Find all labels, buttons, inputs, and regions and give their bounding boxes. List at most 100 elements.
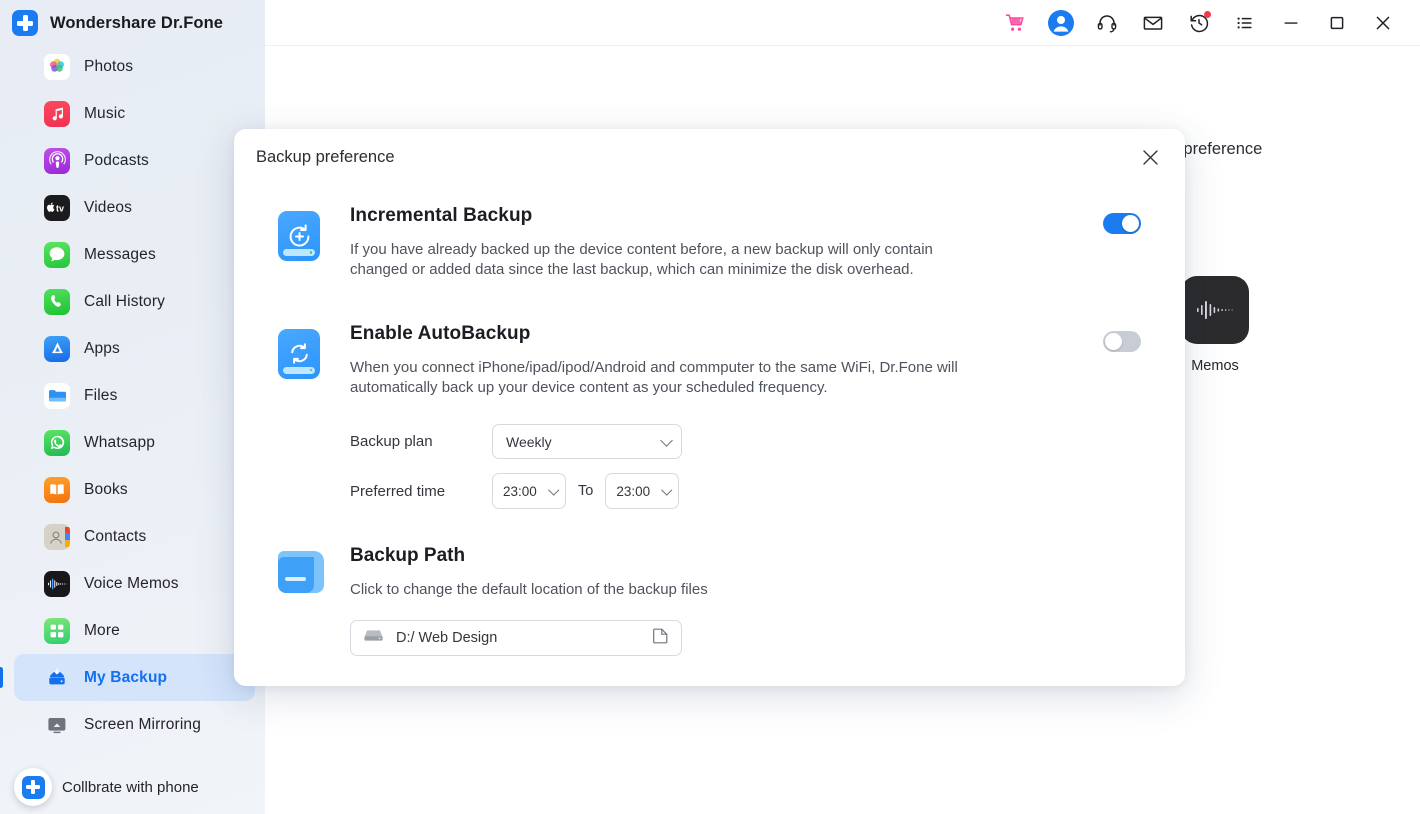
folder-browse-icon[interactable]: [653, 627, 669, 649]
sidebar-item-books[interactable]: Books: [0, 466, 265, 513]
incremental-backup-section: Incremental Backup If you have already b…: [278, 205, 1141, 281]
dialog-title: Backup preference: [256, 147, 395, 166]
app-store-icon: [44, 335, 70, 362]
backup-plan-row: Backup plan Weekly: [350, 424, 1141, 459]
sidebar-item-label: Whatsapp: [84, 433, 155, 451]
app-window: Wondershare Dr.Fone Photos Music Podcast…: [0, 0, 1420, 814]
section-description: If you have already backed up the device…: [350, 241, 933, 279]
sidebar-item-apps[interactable]: Apps: [0, 325, 265, 372]
sidebar-item-label: Podcasts: [84, 151, 149, 169]
sidebar-item-voice-memos[interactable]: Voice Memos: [0, 560, 265, 607]
folder-icon: [278, 545, 324, 656]
incremental-backup-toggle[interactable]: [1103, 213, 1141, 234]
backup-plan-value: Weekly: [506, 433, 552, 450]
notification-badge: [1204, 10, 1211, 18]
books-icon: [44, 476, 70, 503]
backup-path-input[interactable]: D:/ Web Design: [350, 620, 682, 656]
chevron-down-icon: [660, 433, 673, 447]
close-icon[interactable]: [1135, 142, 1165, 172]
svg-text:tv: tv: [56, 203, 64, 213]
sidebar-item-photos[interactable]: Photos: [0, 43, 265, 90]
sidebar-item-label: Voice Memos: [84, 574, 179, 592]
backup-plan-label: Backup plan: [350, 433, 433, 450]
preferred-time-to-label: To: [578, 483, 594, 499]
brand-title: Wondershare Dr.Fone: [50, 13, 224, 32]
sidebar-item-whatsapp[interactable]: Whatsapp: [0, 419, 265, 466]
sidebar-item-contacts[interactable]: Contacts: [0, 513, 265, 560]
sidebar: Wondershare Dr.Fone Photos Music Podcast…: [0, 0, 265, 814]
backup-plan-select[interactable]: Weekly: [492, 424, 682, 459]
sidebar-item-files[interactable]: Files: [0, 372, 265, 419]
wondershare-plus-icon: [12, 10, 38, 36]
voice-memos-icon: [1181, 276, 1249, 344]
sidebar-item-label: Books: [84, 480, 128, 498]
headset-icon[interactable]: [1084, 0, 1130, 46]
preferred-time-row: Preferred time 23:00 To 23:00: [350, 473, 1141, 509]
sidebar-item-label: Contacts: [84, 527, 147, 545]
sidebar-item-screen-mirroring[interactable]: Screen Mirroring: [0, 701, 265, 748]
preferred-time-label: Preferred time: [350, 482, 446, 500]
title-bar: [265, 0, 1420, 46]
more-grid-icon: [44, 617, 70, 644]
section-title: Incremental Backup: [350, 205, 533, 226]
hard-drive-icon: [363, 627, 384, 649]
preferred-time-to-select[interactable]: 23:00: [605, 473, 680, 509]
photos-icon: [44, 53, 70, 80]
section-title: Backup Path: [350, 545, 466, 566]
sidebar-item-label: Call History: [84, 292, 166, 310]
messages-icon: [44, 241, 70, 268]
backup-drive-icon: [44, 665, 70, 691]
sidebar-item-messages[interactable]: Messages: [0, 231, 265, 278]
whatsapp-icon: [44, 429, 70, 456]
sidebar-item-label: Photos: [84, 57, 134, 75]
sidebar-item-label: My Backup: [84, 668, 168, 686]
sidebar-item-more[interactable]: More: [0, 607, 265, 654]
sidebar-item-podcasts[interactable]: Podcasts: [0, 137, 265, 184]
backup-path-value: D:/ Web Design: [396, 630, 498, 646]
sidebar-item-label: Music: [84, 104, 126, 122]
brand: Wondershare Dr.Fone: [0, 0, 265, 46]
screen-mirroring-icon: [44, 712, 70, 738]
menu-list-icon[interactable]: [1222, 0, 1268, 46]
backup-path-section: Backup Path Click to change the default …: [278, 545, 1141, 656]
voice-memos-icon: [44, 570, 70, 597]
preferred-time-from-value: 23:00: [503, 483, 537, 499]
sidebar-item-call-history[interactable]: Call History: [0, 278, 265, 325]
backup-preference-dialog: Backup preference Incremental Backup If …: [234, 129, 1185, 686]
sidebar-nav: Photos Music Podcasts tv Videos Messages…: [0, 46, 265, 748]
section-description: When you connect iPhone/ipad/ipod/Androi…: [350, 358, 958, 396]
files-folder-icon: [44, 382, 70, 409]
account-icon[interactable]: [1038, 0, 1084, 46]
podcasts-icon: [44, 147, 70, 174]
preferred-time-to-value: 23:00: [616, 483, 651, 499]
sidebar-item-videos[interactable]: tv Videos: [0, 184, 265, 231]
sidebar-item-my-backup[interactable]: My Backup: [0, 654, 255, 701]
autobackup-toggle[interactable]: [1103, 330, 1141, 352]
maximize-icon[interactable]: [1314, 0, 1360, 46]
autobackup-section: Enable AutoBackup When you connect iPhon…: [278, 323, 1141, 524]
close-icon[interactable]: [1360, 0, 1406, 46]
cart-icon[interactable]: [992, 0, 1038, 46]
sidebar-item-label: Apps: [84, 339, 120, 357]
autobackup-fields: Backup plan Weekly Preferred time 23:00: [350, 424, 1141, 509]
preferred-time-from-select[interactable]: 23:00: [492, 473, 566, 509]
minimize-icon[interactable]: [1268, 0, 1314, 46]
chevron-down-icon: [547, 484, 559, 496]
sidebar-item-label: Videos: [84, 198, 133, 216]
apple-tv-icon: tv: [44, 194, 70, 221]
mail-icon[interactable]: [1130, 0, 1176, 46]
sidebar-item-label: Screen Mirroring: [84, 715, 201, 733]
music-icon: [44, 100, 70, 127]
collaborate-with-phone-button[interactable]: Collbrate with phone: [14, 768, 199, 806]
dialog-header: Backup preference: [234, 129, 1185, 185]
section-description: Click to change the default location of …: [350, 581, 708, 598]
sidebar-item-label: Messages: [84, 245, 156, 263]
sidebar-item-music[interactable]: Music: [0, 90, 265, 137]
chevron-down-icon: [661, 484, 672, 496]
sidebar-item-label: More: [84, 621, 120, 639]
autobackup-drive-icon: [278, 323, 322, 524]
sidebar-item-label: Files: [84, 386, 118, 404]
history-icon[interactable]: [1176, 0, 1222, 46]
section-title: Enable AutoBackup: [350, 322, 531, 344]
dialog-body: Incremental Backup If you have already b…: [234, 185, 1185, 656]
